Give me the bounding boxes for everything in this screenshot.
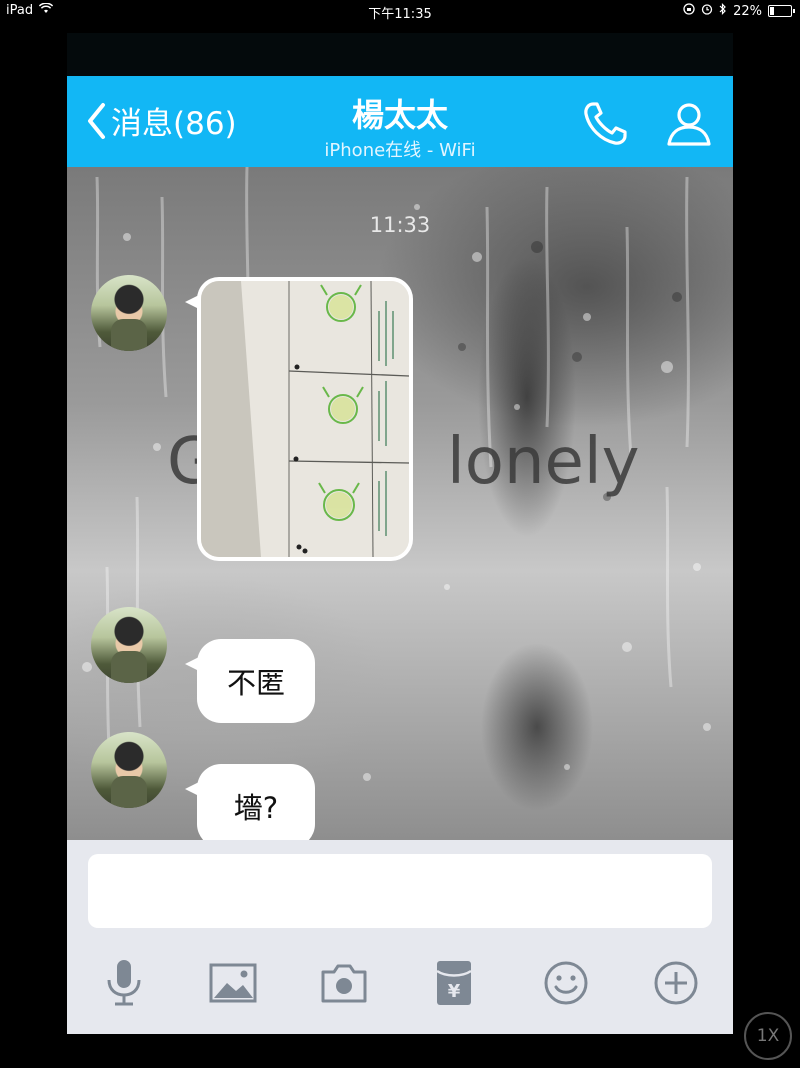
message-text: 不匿 [226,666,285,700]
nav-bar: 消息(86) 楊太太 iPhone在线 - WiFi [67,76,733,167]
chat-app: 消息(86) 楊太太 iPhone在线 - WiFi G lonely 11:3… [67,33,733,1034]
photo-attachment [201,281,409,557]
zoom-button[interactable]: 1X [744,1012,792,1060]
user-icon[interactable] [663,98,715,154]
message-bubble[interactable]: 墻? [185,764,315,840]
battery-percent: 22% [733,3,762,19]
contact-status: iPhone在线 - WiFi [324,140,476,161]
avatar[interactable] [91,607,167,683]
status-bar: iPad 下午11:35 22% [0,0,800,22]
background-text-right: lonely [447,425,640,499]
message-timestamp: 11:33 [369,213,431,237]
emoji-icon[interactable] [541,958,591,1008]
message-input[interactable] [88,854,712,928]
input-bar: ¥ [67,840,733,1034]
battery-fill [770,7,774,15]
battery-icon [768,5,795,17]
status-time: 下午11:35 [368,7,432,22]
orientation-lock-icon [683,3,695,19]
alarm-icon [701,3,713,19]
avatar[interactable] [91,275,167,351]
image-icon[interactable] [208,958,258,1008]
app-top-strip [67,33,733,76]
status-right: 22% [683,3,795,19]
bluetooth-icon [719,3,727,19]
microphone-icon[interactable] [99,958,149,1008]
red-packet-icon[interactable]: ¥ [429,958,479,1008]
message-bubble[interactable]: 不匿 [185,639,315,723]
phone-icon[interactable] [579,98,631,154]
contact-name: 楊太太 [351,96,448,134]
message-text: 墻? [233,791,279,825]
avatar[interactable] [91,732,167,808]
chat-area[interactable]: G lonely 11:33 不匿 墻? [67,167,733,840]
plus-icon[interactable] [651,958,701,1008]
svg-text:¥: ¥ [448,981,461,1002]
image-message[interactable] [185,277,413,561]
camera-icon[interactable] [319,958,369,1008]
